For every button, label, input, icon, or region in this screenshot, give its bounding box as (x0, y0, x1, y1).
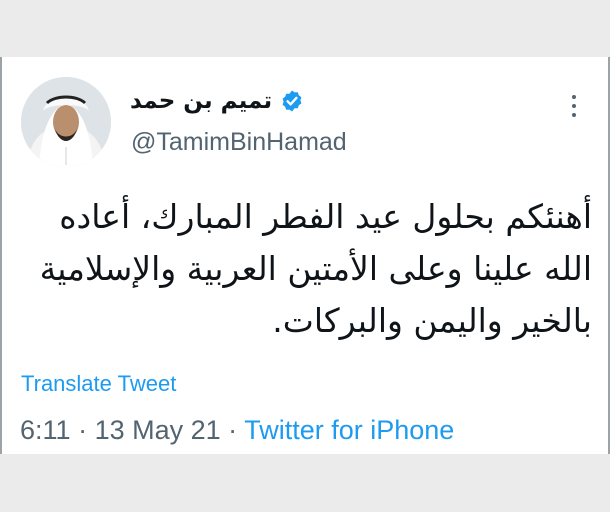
avatar-image (21, 77, 111, 167)
tweet-text-line: بالخير واليمن والبركات. (272, 301, 592, 340)
tweet-text-line: الله علينا وعلى الأمتين العربية والإسلام… (39, 249, 592, 288)
avatar[interactable] (21, 77, 111, 167)
meta-separator: · (78, 415, 88, 445)
tweet-text-line: أهنئكم بحلول عيد الفطر المبارك، أعاده (59, 197, 592, 236)
translate-tweet-link[interactable]: Translate Tweet (21, 371, 176, 397)
tweet-card: تميم بن حمد @TamimBinHamad أهنئكم بحلول … (0, 57, 610, 454)
author-handle[interactable]: @TamimBinHamad (131, 128, 347, 157)
author-name-row[interactable]: تميم بن حمد (130, 85, 304, 117)
more-options-icon[interactable] (566, 91, 582, 121)
more-dot (572, 113, 576, 117)
tweet-meta: 6:11 · 13 May 21 · Twitter for iPhone (20, 415, 454, 446)
more-dot (572, 104, 576, 108)
tweet-text: أهنئكم بحلول عيد الفطر المبارك، أعاده ال… (20, 191, 592, 347)
tweet-date[interactable]: 13 May 21 (95, 415, 221, 445)
tweet-time[interactable]: 6:11 (20, 415, 71, 445)
card-left-border (0, 57, 2, 454)
author-display-name[interactable]: تميم بن حمد (130, 88, 272, 114)
verified-badge-icon (282, 90, 302, 112)
meta-separator: · (228, 415, 238, 445)
more-dot (572, 95, 576, 99)
tweet-source-link[interactable]: Twitter for iPhone (244, 415, 454, 445)
